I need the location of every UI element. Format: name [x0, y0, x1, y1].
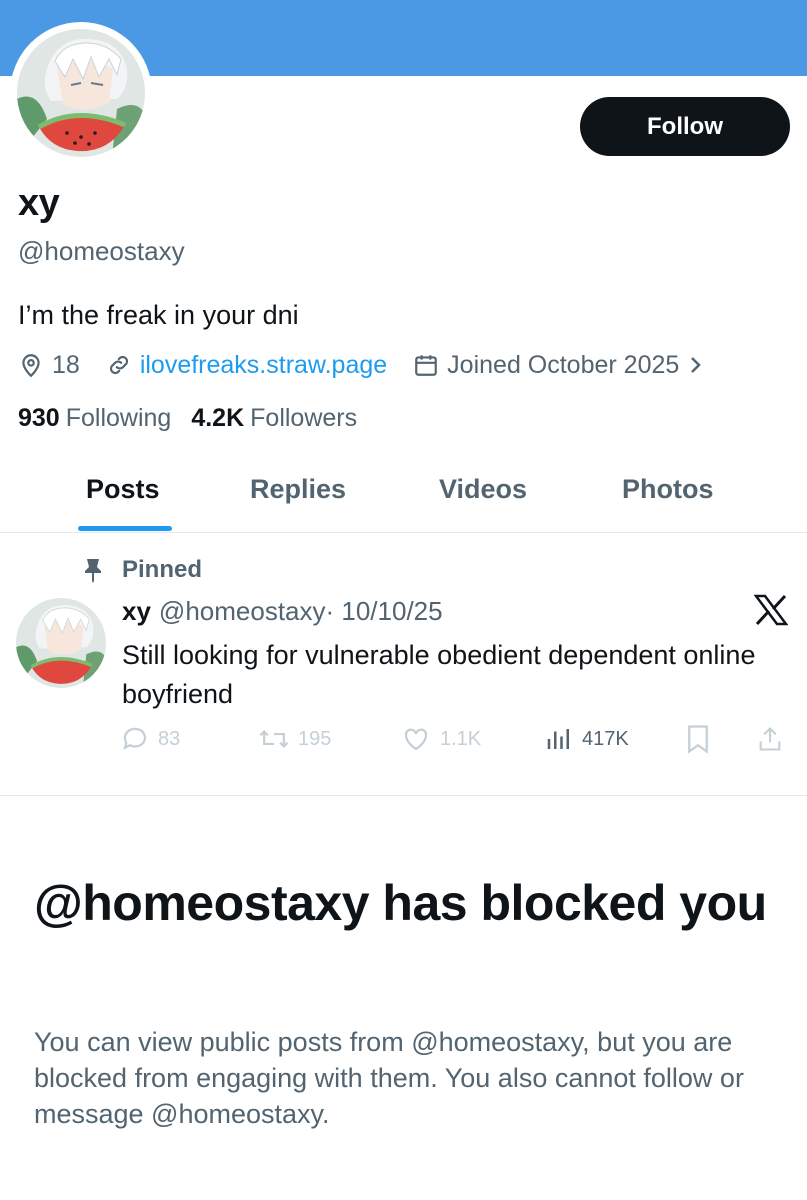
location-item: 18 [18, 351, 80, 380]
views-count: 417K [582, 727, 629, 750]
x-logo-icon [754, 594, 788, 626]
views-action[interactable]: 417K [544, 724, 629, 754]
pin-icon [85, 559, 101, 583]
reply-count: 83 [158, 727, 181, 750]
tab-posts[interactable]: Posts [86, 474, 160, 505]
following-count: 930 [18, 404, 60, 432]
joined-item[interactable]: Joined October 2025 [413, 351, 711, 380]
bookmark-action[interactable] [684, 724, 720, 754]
like-count: 1.1K [440, 727, 482, 750]
post-date: · 10/10/25 [325, 596, 443, 626]
location-text: 18 [52, 350, 80, 379]
reply-action[interactable]: 83 [120, 724, 180, 754]
tab-videos[interactable]: Videos [439, 474, 527, 505]
repost-count: 195 [298, 727, 332, 750]
tab-photos[interactable]: Photos [622, 474, 714, 505]
blocked-title: @homeostaxy has blocked you [34, 875, 767, 931]
post-text: Still looking for vulnerable obedient de… [122, 640, 756, 709]
joined-text: Joined October 2025 [447, 350, 680, 379]
follow-button[interactable]: Follow [580, 97, 790, 156]
profile-avatar[interactable] [10, 22, 152, 164]
share-action[interactable] [756, 724, 792, 754]
blocked-description: You can view public posts from @homeosta… [34, 1027, 744, 1129]
website-link[interactable]: ilovefreaks.straw.page [140, 351, 387, 380]
followers-label: Followers [250, 404, 358, 432]
profile-display-name: xy [18, 182, 60, 224]
pinned-post[interactable]: Pinned xy @homeostaxy· 10/10/25 Still loo… [0, 534, 807, 796]
followers-stat[interactable]: 4.2K Followers [191, 404, 357, 433]
like-action[interactable]: 1.1K [400, 724, 481, 754]
pinned-label: Pinned [122, 556, 203, 583]
avatar-image [17, 29, 145, 157]
post-header: xy @homeostaxy· 10/10/25 [122, 596, 443, 627]
calendar-icon [415, 355, 438, 376]
post-avatar[interactable] [16, 598, 106, 688]
location-pin-icon [22, 354, 40, 378]
profile-tabs: Posts Replies Videos Photos [0, 460, 807, 533]
tab-replies[interactable]: Replies [250, 474, 346, 505]
followers-count: 4.2K [191, 404, 245, 432]
post-author-handle[interactable]: @homeostaxy [159, 596, 326, 626]
share-icon [759, 727, 781, 751]
post-author-name[interactable]: xy [122, 596, 151, 626]
following-stat[interactable]: 930 Following [18, 404, 171, 433]
views-icon [547, 729, 569, 749]
following-label: Following [65, 404, 172, 432]
post-actions: 83 195 1.1K 417K [120, 724, 790, 760]
reply-icon [123, 727, 147, 750]
profile-meta: 18 ilovefreaks.straw.page Joined October… [18, 346, 737, 384]
heart-icon [404, 728, 428, 751]
link-icon [109, 355, 128, 375]
website-item[interactable]: ilovefreaks.straw.page [106, 351, 387, 380]
profile-bio: I’m the freak in your dni [18, 300, 299, 330]
bookmark-icon [688, 725, 708, 754]
pinned-indicator: Pinned [82, 556, 202, 584]
profile-handle: @homeostaxy [18, 236, 185, 266]
profile-stats: 930 Following 4.2K Followers [18, 404, 377, 433]
repost-action[interactable]: 195 [258, 724, 331, 754]
repost-icon [259, 730, 289, 748]
active-tab-indicator [78, 526, 172, 531]
chevron-right-icon [691, 357, 702, 373]
